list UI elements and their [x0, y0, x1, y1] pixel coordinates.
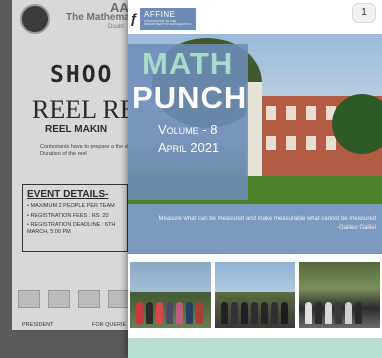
- poster-header-sub: Doubl: [108, 24, 124, 30]
- poster-event-line: • REGISTRATION FEES : RS. 20: [27, 212, 109, 219]
- person-shape: [345, 302, 353, 324]
- sponsor-logo-icon: [78, 290, 100, 308]
- person-shape: [305, 302, 313, 324]
- window-shape: [286, 136, 296, 150]
- issue-date: April 2021: [158, 140, 220, 155]
- volume-label: Volume - 8: [158, 122, 218, 137]
- poster-event-line: • MAXIMUM 2 PEOPLE PER TEAM: [27, 203, 115, 209]
- person-shape: [335, 302, 343, 324]
- page-header: ƒ AFFINE ASSOCIATION OF THE DEPARTMENT O…: [128, 0, 382, 34]
- person-shape: [156, 302, 163, 324]
- sponsor-logo-icon: [108, 290, 130, 308]
- person-shape: [136, 302, 143, 324]
- quote-text: Measure what can be measured and make me…: [158, 216, 376, 222]
- person-shape: [280, 302, 288, 324]
- poster-event-title: EVENT DETAILS-: [27, 189, 109, 200]
- person-shape: [325, 302, 333, 324]
- gallery-photo: [299, 262, 381, 328]
- window-shape: [286, 106, 296, 120]
- poster-event-line: • REGISTRATION DEADLINE : 6TH MARCH, 5:0…: [27, 222, 116, 235]
- window-shape: [306, 136, 316, 150]
- person-shape: [166, 302, 173, 324]
- affine-logo: ƒ AFFINE ASSOCIATION OF THE DEPARTMENT O…: [130, 8, 196, 30]
- person-shape: [355, 302, 363, 324]
- title-punch: PUNCH: [132, 80, 248, 115]
- poster-association: The Mathemat: [66, 12, 134, 23]
- person-shape: [176, 302, 183, 324]
- magazine-page[interactable]: ƒ AFFINE ASSOCIATION OF THE DEPARTMENT O…: [128, 0, 382, 358]
- person-shape: [270, 302, 278, 324]
- window-shape: [266, 136, 276, 150]
- sponsor-logo-icon: [48, 290, 70, 308]
- quote-band: Measure what can be measured and make me…: [128, 204, 382, 254]
- affine-brand-sub: ASSOCIATION OF THE DEPARTMENT OF MATHEMA…: [144, 19, 192, 27]
- poster-reel-text: REEL RE: [32, 95, 136, 124]
- page-number-badge[interactable]: 1: [352, 3, 376, 23]
- poster-description: Contestants have to prepare a the day. D…: [40, 144, 135, 158]
- footer-bar: [128, 338, 382, 358]
- portico-shape: [246, 82, 262, 182]
- quote-author: -Galileo Galilei: [336, 225, 376, 232]
- poster-sponsor-row: [18, 290, 130, 308]
- person-shape: [146, 302, 153, 324]
- person-shape: [230, 302, 238, 324]
- title-math: MATH: [142, 46, 234, 81]
- poster-queries: FOR QUERIE: [92, 322, 127, 328]
- affine-mark-icon: ƒ: [130, 10, 138, 26]
- person-shape: [240, 302, 248, 324]
- person-shape: [315, 302, 323, 324]
- window-shape: [326, 136, 336, 150]
- poster-reel-making: REEL MAKIN: [45, 124, 108, 135]
- person-shape: [196, 302, 203, 324]
- person-shape: [250, 302, 258, 324]
- poster-event-box: EVENT DETAILS- • MAXIMUM 2 PEOPLE PER TE…: [22, 184, 128, 252]
- person-shape: [260, 302, 268, 324]
- gallery-photo: [130, 262, 211, 328]
- poster-logo-icon: [20, 4, 50, 34]
- affine-brand: AFFINE: [144, 10, 176, 19]
- poster-sheet: [12, 0, 144, 330]
- gallery-photo: [214, 262, 296, 328]
- poster-shoot-text: SHOO: [50, 62, 114, 88]
- poster-president: PRESIDENT: [22, 322, 54, 328]
- window-shape: [266, 106, 276, 120]
- person-shape: [220, 302, 228, 324]
- person-shape: [186, 302, 193, 324]
- sponsor-logo-icon: [18, 290, 40, 308]
- photo-gallery: [128, 262, 382, 330]
- window-shape: [306, 106, 316, 120]
